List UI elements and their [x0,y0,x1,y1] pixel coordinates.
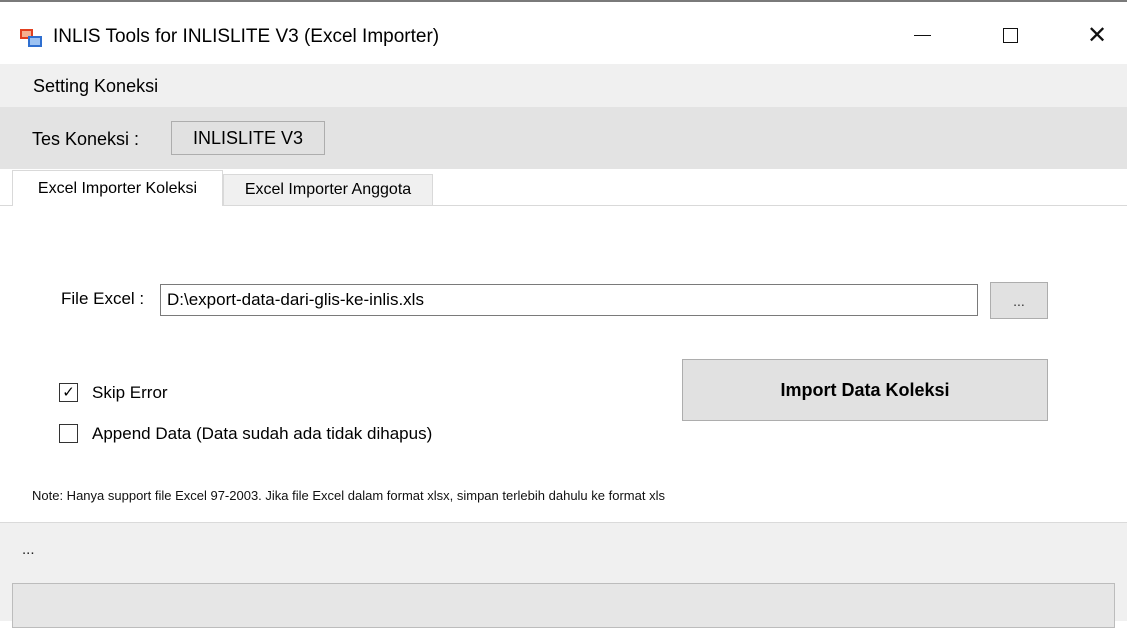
tab-excel-importer-koleksi[interactable]: Excel Importer Koleksi [12,170,223,206]
file-excel-label: File Excel : [61,289,145,308]
browse-button[interactable]: ... [990,282,1048,319]
minimize-button[interactable] [892,12,952,58]
tes-koneksi-button[interactable]: INLISLITE V3 [171,121,325,155]
connection-toolbar [0,107,1127,169]
tab-excel-importer-anggota[interactable]: Excel Importer Anggota [223,174,433,206]
append-data-label[interactable]: Append Data (Data sudah ada tidak dihapu… [92,422,432,446]
maximize-button[interactable] [980,12,1040,58]
window-title: INLIS Tools for INLISLITE V3 (Excel Impo… [53,26,440,47]
minimize-icon [913,34,931,36]
tes-koneksi-label: Tes Koneksi : [32,129,140,149]
app-window-icon [20,28,42,48]
checkmark-icon: ✓ [62,383,75,401]
progress-bar [12,583,1115,628]
file-excel-input[interactable] [160,284,978,316]
import-data-koleksi-button[interactable]: Import Data Koleksi [682,359,1048,421]
status-text: ... [22,541,35,558]
status-separator [0,522,1127,523]
skip-error-checkbox[interactable]: ✓ [59,383,78,402]
format-note: Note: Hanya support file Excel 97-2003. … [32,488,665,503]
menu-setting-koneksi[interactable]: Setting Koneksi [33,74,158,98]
maximize-icon [1002,27,1018,43]
skip-error-label[interactable]: Skip Error [92,381,168,405]
append-data-checkbox[interactable] [59,424,78,443]
menu-bar [0,64,1127,107]
close-button[interactable]: ✕ [1067,12,1127,58]
close-icon: ✕ [1086,21,1108,49]
